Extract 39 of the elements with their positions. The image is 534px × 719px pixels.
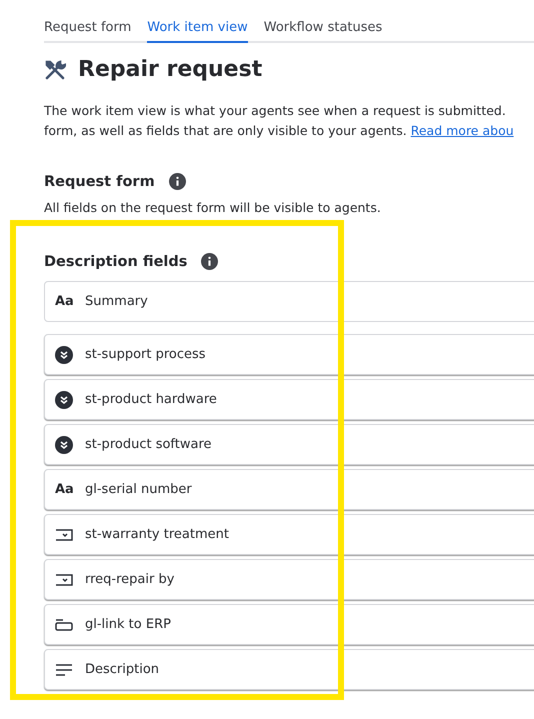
tab[interactable]: Work item view <box>147 20 248 43</box>
info-icon <box>201 253 218 270</box>
field-row[interactable]: Aa gl-serial number <box>44 469 534 510</box>
info-icon <box>168 173 186 190</box>
field-label: st-product software <box>85 437 212 452</box>
read-more-link[interactable]: Read more abou <box>410 123 514 138</box>
dropdown-field-icon <box>55 572 73 586</box>
field-row[interactable]: st-warranty treatment <box>44 514 534 555</box>
field-row[interactable]: st-support process <box>44 334 534 375</box>
field-label: st-support process <box>85 347 206 362</box>
field-label: gl-serial number <box>85 482 192 497</box>
field-label: Summary <box>85 294 148 309</box>
text-field-icon: Aa <box>55 294 73 309</box>
section-heading: Description fields <box>44 254 188 270</box>
select-list-icon <box>55 390 73 408</box>
select-list-icon <box>55 436 73 454</box>
field-row[interactable]: st-product hardware <box>44 379 534 420</box>
paragraph-icon <box>55 662 73 676</box>
field-row[interactable]: gl-link to ERP <box>44 604 534 645</box>
field-row[interactable]: rreq-repair by <box>44 559 534 600</box>
section-heading: Request form <box>44 174 155 190</box>
field-row[interactable]: Description <box>44 649 534 690</box>
field-row[interactable]: Aa Summary <box>44 281 534 322</box>
text-field-icon: Aa <box>55 482 73 497</box>
select-list-icon <box>55 346 73 364</box>
field-label: gl-link to ERP <box>85 617 171 632</box>
intro-paragraph: The work item view is what your agents see when a request is submitted. form, as well as fields that are only visible to your agents. Read more abou <box>44 102 515 140</box>
url-field-icon <box>55 618 73 632</box>
tab[interactable]: Request form <box>44 20 132 43</box>
tab[interactable]: Workflow statuses <box>264 20 382 43</box>
field-label: st-product hardware <box>85 392 217 407</box>
field-label: st-warranty treatment <box>85 527 229 542</box>
field-label: Description <box>85 662 160 677</box>
dropdown-field-icon <box>55 528 73 542</box>
field-row[interactable]: st-product software <box>44 424 534 465</box>
section-description: All fields on the request form will be visible to agents. <box>44 200 382 215</box>
page-title: Repair request <box>78 57 262 82</box>
tools-icon <box>44 58 66 80</box>
field-label: rreq-repair by <box>85 572 174 587</box>
